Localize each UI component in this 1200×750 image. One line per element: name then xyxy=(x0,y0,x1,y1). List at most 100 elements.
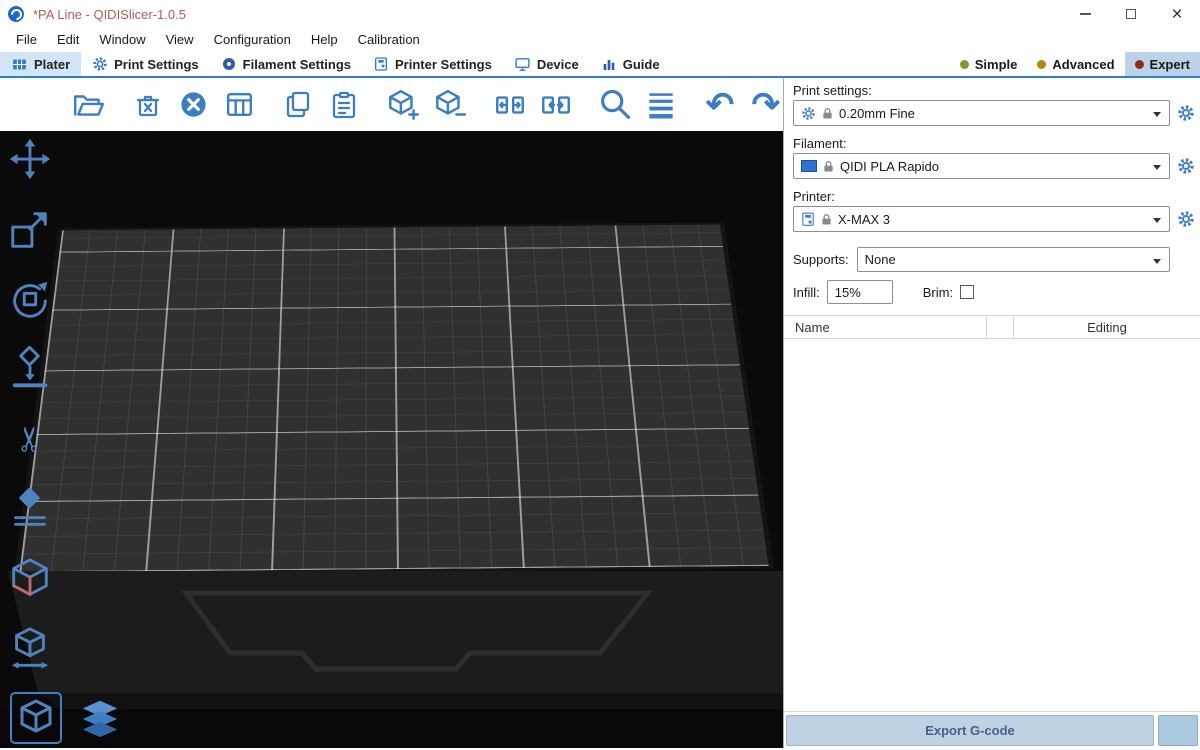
preview-view-button[interactable] xyxy=(74,692,126,744)
supports-label: Supports: xyxy=(793,252,849,267)
workspace: ↶ ↷ xyxy=(0,78,1200,748)
scale-button[interactable] xyxy=(6,205,54,253)
multimaterial-paint-button[interactable] xyxy=(6,555,54,603)
add-instance-button[interactable] xyxy=(385,86,421,124)
simple-mode-dot-icon xyxy=(960,60,969,69)
menu-help[interactable]: Help xyxy=(301,28,348,52)
split-objects-button[interactable] xyxy=(492,86,527,124)
export-gcode-button[interactable]: Export G-code xyxy=(786,715,1154,746)
tab-printer-settings[interactable]: Printer Settings xyxy=(362,52,503,76)
combo-arrow-icon xyxy=(1153,165,1161,174)
delete-all-icon xyxy=(178,89,209,120)
gear-icon xyxy=(1177,210,1195,228)
print-settings-label: Print settings: xyxy=(793,83,1191,98)
delete-button[interactable] xyxy=(131,86,166,124)
open-project-button[interactable] xyxy=(72,86,107,124)
mode-expert-label: Expert xyxy=(1150,57,1190,72)
menu-file[interactable]: File xyxy=(6,28,47,52)
printer-gear-button[interactable] xyxy=(1175,206,1197,232)
remove-instance-icon xyxy=(432,87,468,123)
3d-canvas[interactable]: ✂ xyxy=(0,131,783,748)
filament-combo[interactable]: QIDI PLA Rapido xyxy=(793,153,1170,179)
close-button[interactable]: × xyxy=(1154,0,1200,28)
maximize-icon xyxy=(1126,9,1136,19)
tab-filament-settings-label: Filament Settings xyxy=(243,57,351,72)
filament-settings-icon xyxy=(221,56,237,72)
split-parts-button[interactable] xyxy=(538,86,573,124)
infill-combo[interactable]: 15% xyxy=(827,280,893,304)
tab-plater[interactable]: Plater xyxy=(0,52,81,76)
delete-icon xyxy=(132,89,164,121)
copy-button[interactable] xyxy=(281,86,316,124)
measure-button[interactable] xyxy=(6,625,54,673)
column-header-editing[interactable]: Editing xyxy=(1014,320,1200,335)
move-icon xyxy=(7,136,53,182)
seam-paint-button[interactable] xyxy=(6,485,54,533)
object-list-header: Name Editing xyxy=(784,316,1200,339)
search-button[interactable] xyxy=(597,86,633,124)
supports-value: None xyxy=(865,252,896,267)
delete-all-button[interactable] xyxy=(176,86,211,124)
menu-edit[interactable]: Edit xyxy=(47,28,89,52)
variable-layer-height-button[interactable] xyxy=(644,86,679,124)
app-icon xyxy=(8,6,24,22)
gear-icon xyxy=(1177,157,1195,175)
arrange-button[interactable] xyxy=(222,86,257,124)
menu-view[interactable]: View xyxy=(156,28,204,52)
tab-plater-label: Plater xyxy=(34,57,70,72)
infill-label: Infill: xyxy=(793,285,820,300)
device-icon xyxy=(514,56,531,73)
mode-expert[interactable]: Expert xyxy=(1125,52,1200,76)
tab-guide[interactable]: Guide xyxy=(590,52,671,76)
printer-value: X-MAX 3 xyxy=(838,212,890,227)
place-on-face-button[interactable] xyxy=(6,345,54,393)
print-settings-gear-button[interactable] xyxy=(1175,100,1197,126)
menu-configuration[interactable]: Configuration xyxy=(204,28,301,52)
filament-color-swatch xyxy=(801,160,817,172)
tab-filament-settings[interactable]: Filament Settings xyxy=(210,52,362,76)
remove-instance-button[interactable] xyxy=(432,86,468,124)
menu-bar: File Edit Window View Configuration Help… xyxy=(0,28,1200,52)
undo-button[interactable]: ↶ xyxy=(703,86,738,124)
redo-button[interactable]: ↷ xyxy=(748,86,783,124)
3d-editor-view-button[interactable] xyxy=(10,692,62,744)
viewport: ↶ ↷ xyxy=(0,78,783,748)
gear-icon xyxy=(1177,104,1195,122)
tab-device[interactable]: Device xyxy=(503,52,590,76)
advanced-mode-dot-icon xyxy=(1037,60,1046,69)
redo-icon: ↷ xyxy=(751,88,780,122)
column-header-name[interactable]: Name xyxy=(784,316,987,338)
printer-combo[interactable]: X-MAX 3 xyxy=(793,206,1170,232)
3d-view-cube-icon xyxy=(14,696,58,740)
window-controls: × xyxy=(1062,0,1200,28)
menu-calibration[interactable]: Calibration xyxy=(348,28,430,52)
print-settings-combo[interactable]: 0.20mm Fine xyxy=(793,100,1170,126)
mode-advanced-label: Advanced xyxy=(1052,57,1114,72)
lock-icon xyxy=(823,160,834,173)
mode-simple[interactable]: Simple xyxy=(950,52,1028,76)
place-on-face-icon xyxy=(7,346,53,392)
export-bar: Export G-code xyxy=(784,711,1200,748)
scale-icon xyxy=(7,206,53,252)
supports-combo[interactable]: None xyxy=(857,247,1170,272)
minimize-button[interactable] xyxy=(1062,0,1108,28)
plater-icon xyxy=(11,56,28,73)
paste-button[interactable] xyxy=(327,86,362,124)
maximize-button[interactable] xyxy=(1108,0,1154,28)
rotate-button[interactable] xyxy=(6,275,54,323)
tab-print-settings[interactable]: Print Settings xyxy=(81,52,210,76)
filament-value: QIDI PLA Rapido xyxy=(840,159,939,174)
mode-advanced[interactable]: Advanced xyxy=(1027,52,1124,76)
menu-window[interactable]: Window xyxy=(89,28,155,52)
brim-checkbox[interactable] xyxy=(960,285,974,299)
cut-scissors-icon: ✂ xyxy=(13,425,47,454)
tab-guide-label: Guide xyxy=(623,57,660,72)
print-bed xyxy=(14,222,774,575)
column-header-extruder[interactable] xyxy=(987,316,1014,338)
filament-gear-button[interactable] xyxy=(1175,153,1197,179)
export-options-button[interactable] xyxy=(1158,715,1198,746)
move-button[interactable] xyxy=(6,135,54,183)
settings-panel: Print settings: 0.20mm Fine Filament: QI… xyxy=(783,78,1200,748)
object-list-body[interactable] xyxy=(784,339,1200,711)
cut-button[interactable]: ✂ xyxy=(6,415,54,463)
